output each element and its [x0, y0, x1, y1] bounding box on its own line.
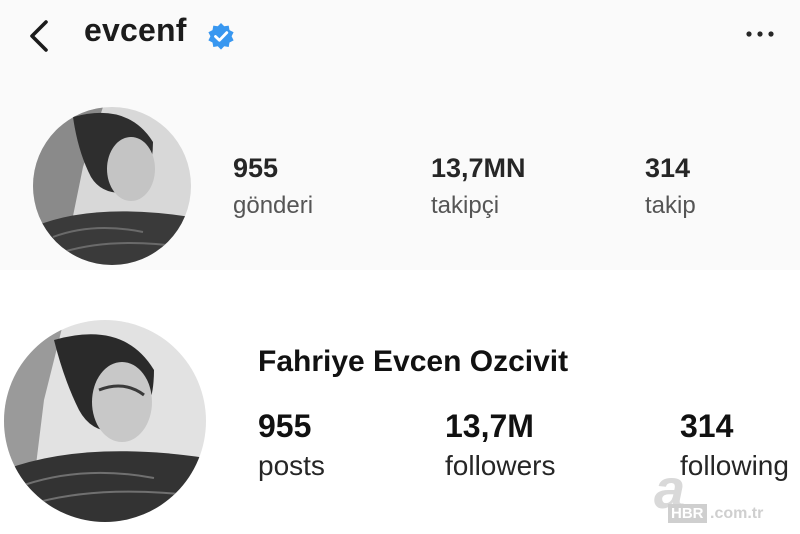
- followers-label[interactable]: takipçi: [431, 192, 499, 220]
- followers-count[interactable]: 13,7M: [445, 408, 534, 445]
- watermark-brand: HBR: [668, 504, 707, 523]
- more-horizontal-icon: [746, 31, 774, 37]
- posts-count: 955: [233, 153, 279, 183]
- following-label[interactable]: takip: [645, 192, 696, 220]
- following-count[interactable]: 314: [680, 408, 733, 445]
- followers-count[interactable]: 13,7MN: [431, 153, 526, 184]
- following-count[interactable]: 314: [645, 153, 690, 184]
- profile-avatar[interactable]: [33, 107, 191, 265]
- posts-label: gönderi: [233, 192, 314, 219]
- watermark: a HBR .com.tr: [640, 456, 800, 526]
- followers-label[interactable]: followers: [445, 450, 555, 482]
- verified-badge-icon: [206, 22, 236, 52]
- more-options-button[interactable]: [742, 24, 778, 44]
- profile-avatar[interactable]: [4, 320, 206, 522]
- chevron-left-icon: [30, 20, 48, 52]
- posts-count: 955: [258, 408, 312, 444]
- watermark-domain: .com.tr: [710, 505, 764, 522]
- full-name: Fahriye Evcen Ozcivit: [258, 345, 569, 378]
- posts-label: posts: [258, 450, 325, 481]
- username: evcenf: [84, 12, 187, 48]
- back-button[interactable]: [24, 16, 60, 56]
